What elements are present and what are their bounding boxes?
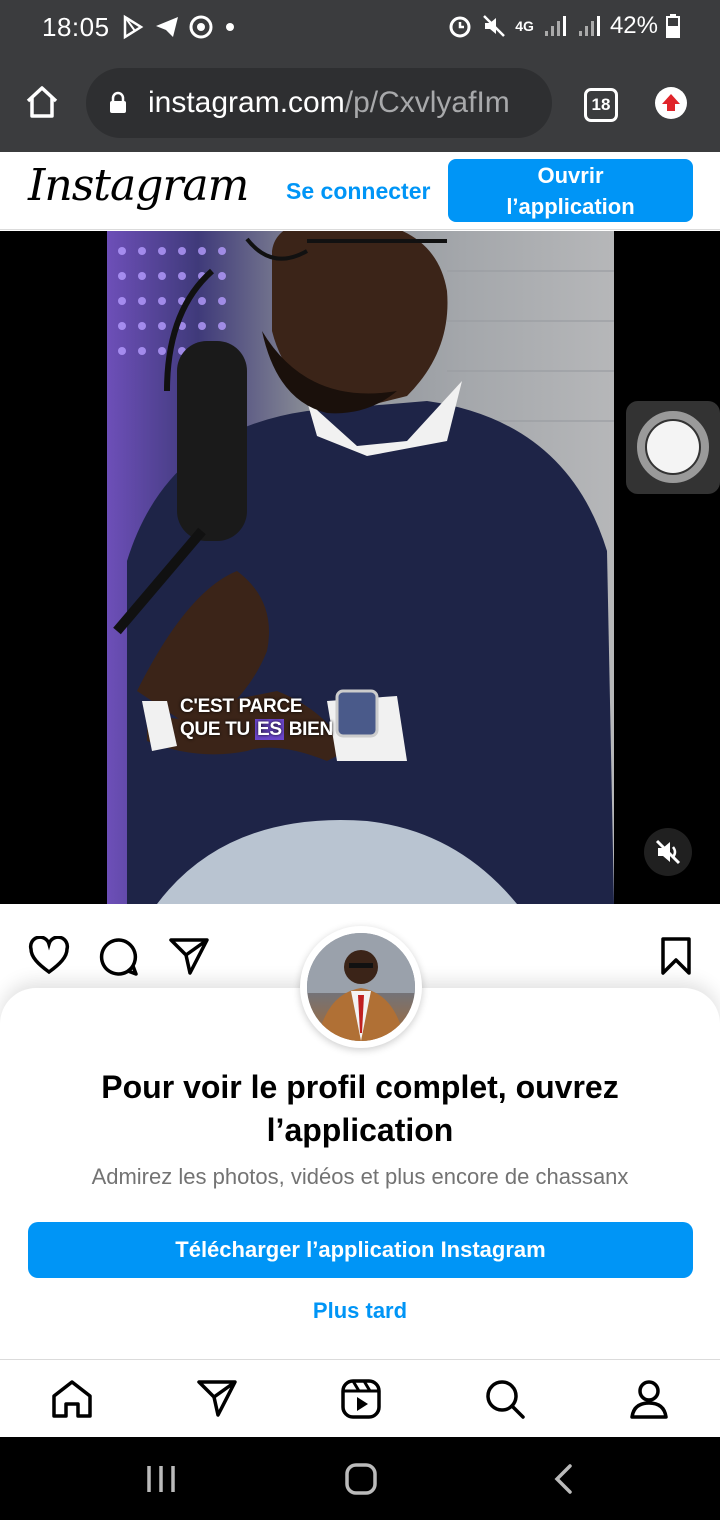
video-frame (107, 231, 614, 904)
instagram-header: Instagram Se connecter Ouvrir l’applicat… (0, 152, 720, 230)
alarm-icon (449, 16, 471, 38)
back-icon[interactable] (548, 1463, 580, 1495)
url-text: instagram.com/p/CxvlyafIm (148, 86, 510, 120)
telegram-icon (156, 17, 178, 37)
mute-toggle-button[interactable] (644, 828, 692, 876)
battery-icon (666, 14, 680, 38)
bottom-tab-bar (0, 1359, 720, 1437)
login-link[interactable]: Se connecter (286, 178, 430, 205)
signal-icon (578, 16, 600, 36)
open-app-button[interactable]: Ouvrir l’application (448, 159, 693, 222)
open-app-label-line1: Ouvrir (537, 163, 604, 188)
lock-icon (110, 91, 126, 113)
system-icons: 4G 42% (447, 12, 680, 40)
comment-icon[interactable] (98, 936, 140, 978)
instagram-logo[interactable]: Instagram (28, 160, 249, 211)
search-tab-icon[interactable] (484, 1378, 526, 1420)
speaker-muted-icon (655, 839, 681, 865)
sheet-subtitle: Admirez les photos, vidéos et plus encor… (91, 1164, 629, 1189)
caption-highlight: ES (254, 719, 284, 740)
avatar-image (307, 933, 415, 1041)
arrow-up-icon (662, 94, 680, 111)
bookmark-icon[interactable] (658, 936, 694, 976)
url-host: instagram.com (148, 86, 345, 119)
mute-icon (483, 15, 506, 37)
caption-line-1: C'EST PARCE (180, 696, 303, 717)
home-button-icon[interactable] (344, 1463, 378, 1495)
open-app-label-line2: l’application (506, 194, 635, 219)
status-bar: 18:05 4G 42% (0, 0, 720, 56)
sheet-title-line1: Pour voir le profil complet, ouvrez (101, 1069, 619, 1105)
browser-toolbar: instagram.com/p/CxvlyafIm 18 (0, 56, 720, 152)
heart-icon[interactable] (28, 936, 70, 976)
url-path: /p/CxvlyafIm (344, 86, 510, 119)
avatar-illustration (307, 933, 415, 1041)
tab-switcher-button[interactable]: 18 (584, 88, 618, 122)
video-player[interactable]: C'EST PARCE QUE TU ES BIEN (0, 231, 720, 904)
download-app-button[interactable]: Télécharger l’application Instagram (28, 1222, 693, 1278)
signal-icon (544, 16, 566, 36)
profile-avatar (300, 926, 422, 1048)
reels-tab-icon[interactable] (340, 1378, 382, 1420)
sheet-title-line2: l’application (266, 1112, 454, 1148)
dot-icon (226, 23, 234, 31)
profile-tab-icon[interactable] (628, 1378, 670, 1420)
network-type: 4G (515, 18, 534, 34)
browser-update-button[interactable] (655, 87, 687, 119)
sheet-title: Pour voir le profil complet, ouvrez l’ap… (40, 1066, 680, 1152)
video-caption: C'EST PARCE QUE TU ES BIEN (180, 695, 333, 741)
address-bar[interactable]: instagram.com/p/CxvlyafIm (86, 68, 552, 138)
system-navigation-bar (0, 1437, 720, 1520)
direct-tab-icon[interactable] (196, 1378, 238, 1418)
caption-line-2: QUE TU ES BIEN (180, 719, 333, 740)
recent-apps-icon[interactable] (144, 1463, 178, 1495)
home-icon[interactable] (24, 84, 60, 120)
assistive-circle-icon (637, 411, 709, 483)
video-scene-illustration (113, 231, 614, 904)
later-link[interactable]: Plus tard (0, 1298, 720, 1324)
notification-icons (120, 14, 238, 40)
home-tab-icon[interactable] (50, 1378, 94, 1420)
target-icon (189, 15, 213, 39)
assistive-touch-button[interactable] (626, 401, 720, 494)
status-time: 18:05 (42, 12, 110, 42)
share-icon[interactable] (168, 936, 210, 976)
play-store-icon (123, 14, 144, 40)
battery-percent: 42% (609, 12, 658, 39)
